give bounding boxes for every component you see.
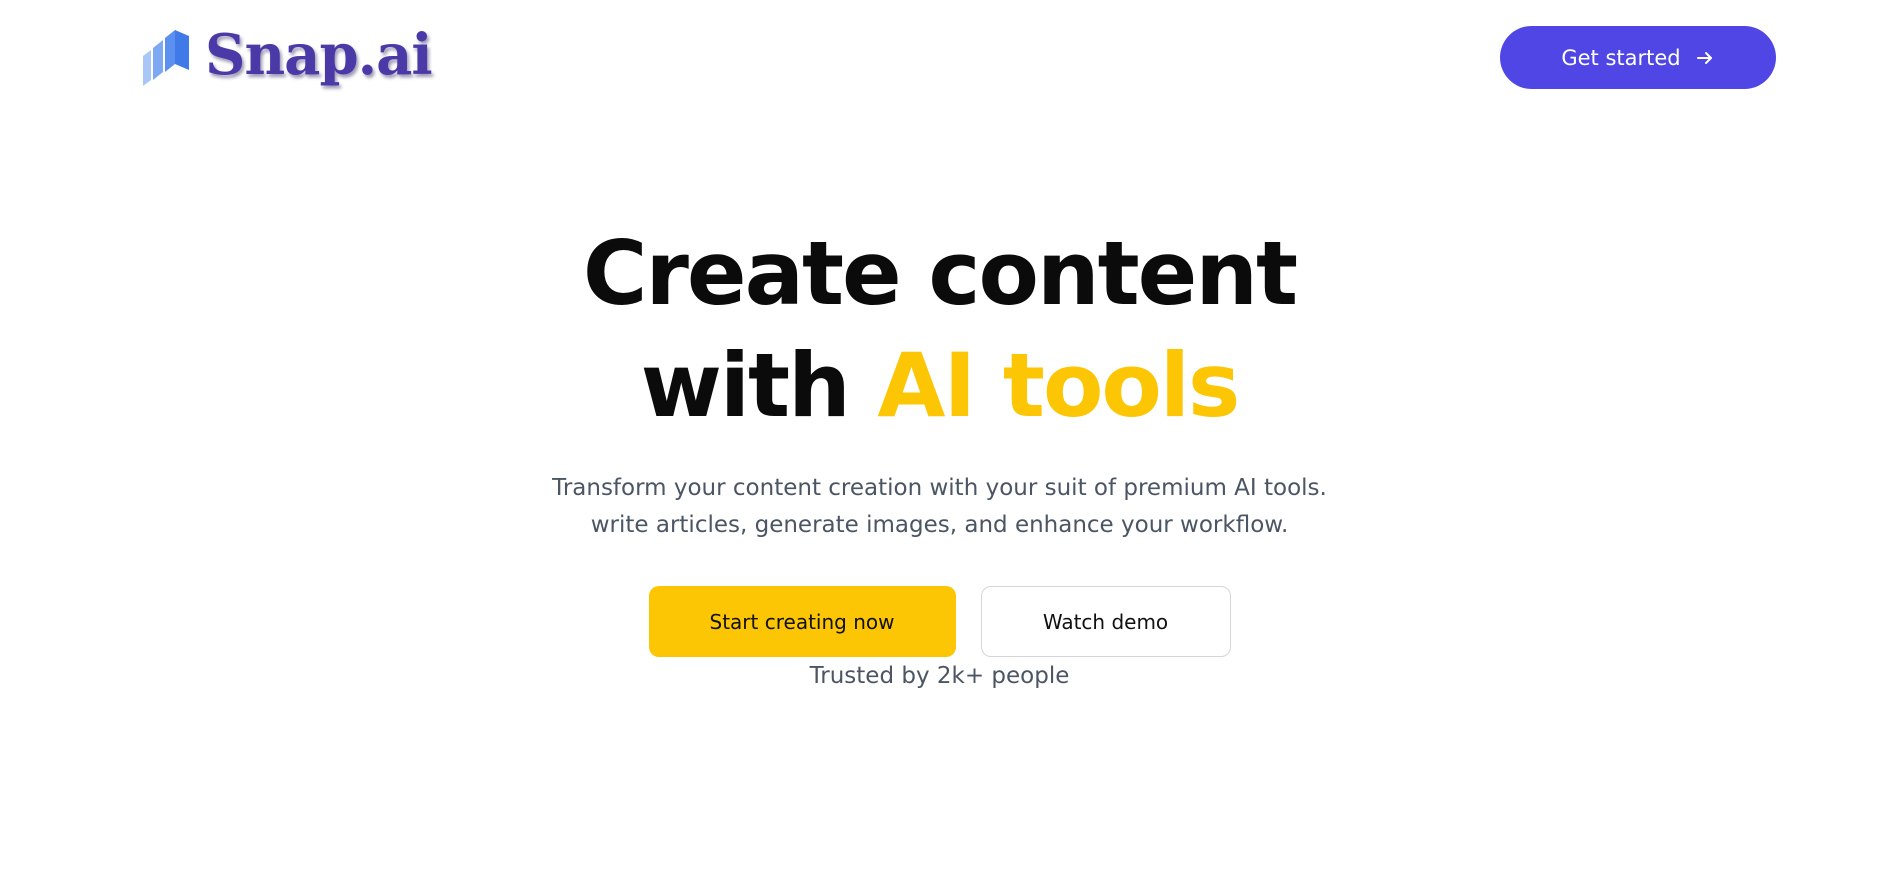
get-started-label: Get started: [1561, 45, 1681, 70]
hero-title-line2-plain: with: [640, 334, 878, 437]
trusted-text: Trusted by 2k+ people: [809, 663, 1070, 689]
logo-text: Snap.ai: [205, 22, 433, 88]
hero-subtitle: Transform your content creation with you…: [552, 475, 1327, 538]
get-started-button[interactable]: Get started: [1500, 26, 1776, 89]
start-creating-button[interactable]: Start creating now: [648, 586, 956, 657]
stacked-bars-logo-icon: [143, 30, 189, 86]
arrow-right-icon: [1696, 51, 1712, 64]
hero-title: Create content with AI tools: [0, 218, 1879, 442]
hero-title-accent: AI tools: [877, 334, 1240, 437]
logo-link[interactable]: Snap.ai: [143, 22, 433, 88]
watch-demo-button[interactable]: Watch demo: [980, 586, 1231, 657]
hero-title-line1: Create content: [582, 222, 1298, 325]
site-header: Snap.ai Get started: [0, 0, 1879, 118]
cta-row: Start creating now Watch demo: [0, 586, 1879, 657]
hero-section: Create content with AI tools Transform y…: [0, 218, 1879, 691]
